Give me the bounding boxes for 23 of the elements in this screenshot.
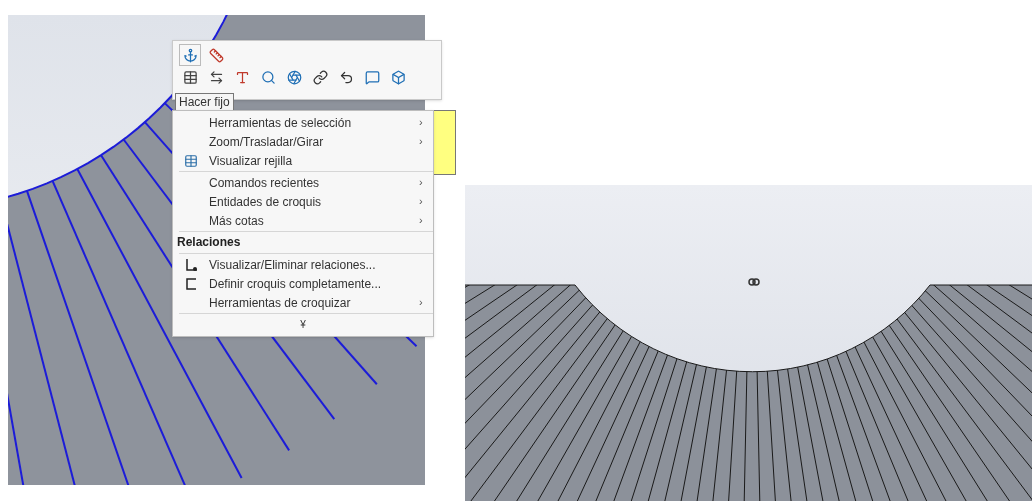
submenu-arrow-icon: ›: [419, 133, 433, 150]
expand-menu-button[interactable]: ¥: [300, 315, 306, 334]
anchor-icon[interactable]: [179, 44, 201, 66]
submenu-arrow-icon: ›: [419, 294, 433, 311]
origin-icon: [748, 277, 760, 287]
submenu-arrow-icon: ›: [419, 193, 433, 210]
tooltip: Hacer fijo: [175, 93, 234, 111]
menu-item[interactable]: Herramientas de croquizar: [209, 293, 419, 312]
menu-item[interactable]: Definir croquis completamente...: [209, 274, 433, 293]
menu-item[interactable]: Entidades de croquis: [209, 192, 419, 211]
menu-item[interactable]: Más cotas: [209, 211, 419, 230]
submenu-arrow-icon: ›: [419, 212, 433, 229]
menu-item[interactable]: Herramientas de selección: [209, 113, 419, 132]
submenu-arrow-icon: ›: [419, 114, 433, 131]
bracket-icon: [184, 276, 198, 291]
menu-item[interactable]: Comandos recientes: [209, 173, 419, 192]
section-header: Relaciones: [176, 234, 242, 251]
menu-item[interactable]: Visualizar rejilla: [209, 151, 433, 170]
grid-icon: [184, 153, 198, 168]
submenu-arrow-icon: ›: [419, 174, 433, 191]
menu-item[interactable]: Zoom/Trasladar/Girar: [209, 132, 419, 151]
relation-icon: [184, 257, 198, 272]
menu-item[interactable]: Visualizar/Eliminar relaciones...: [209, 255, 433, 274]
